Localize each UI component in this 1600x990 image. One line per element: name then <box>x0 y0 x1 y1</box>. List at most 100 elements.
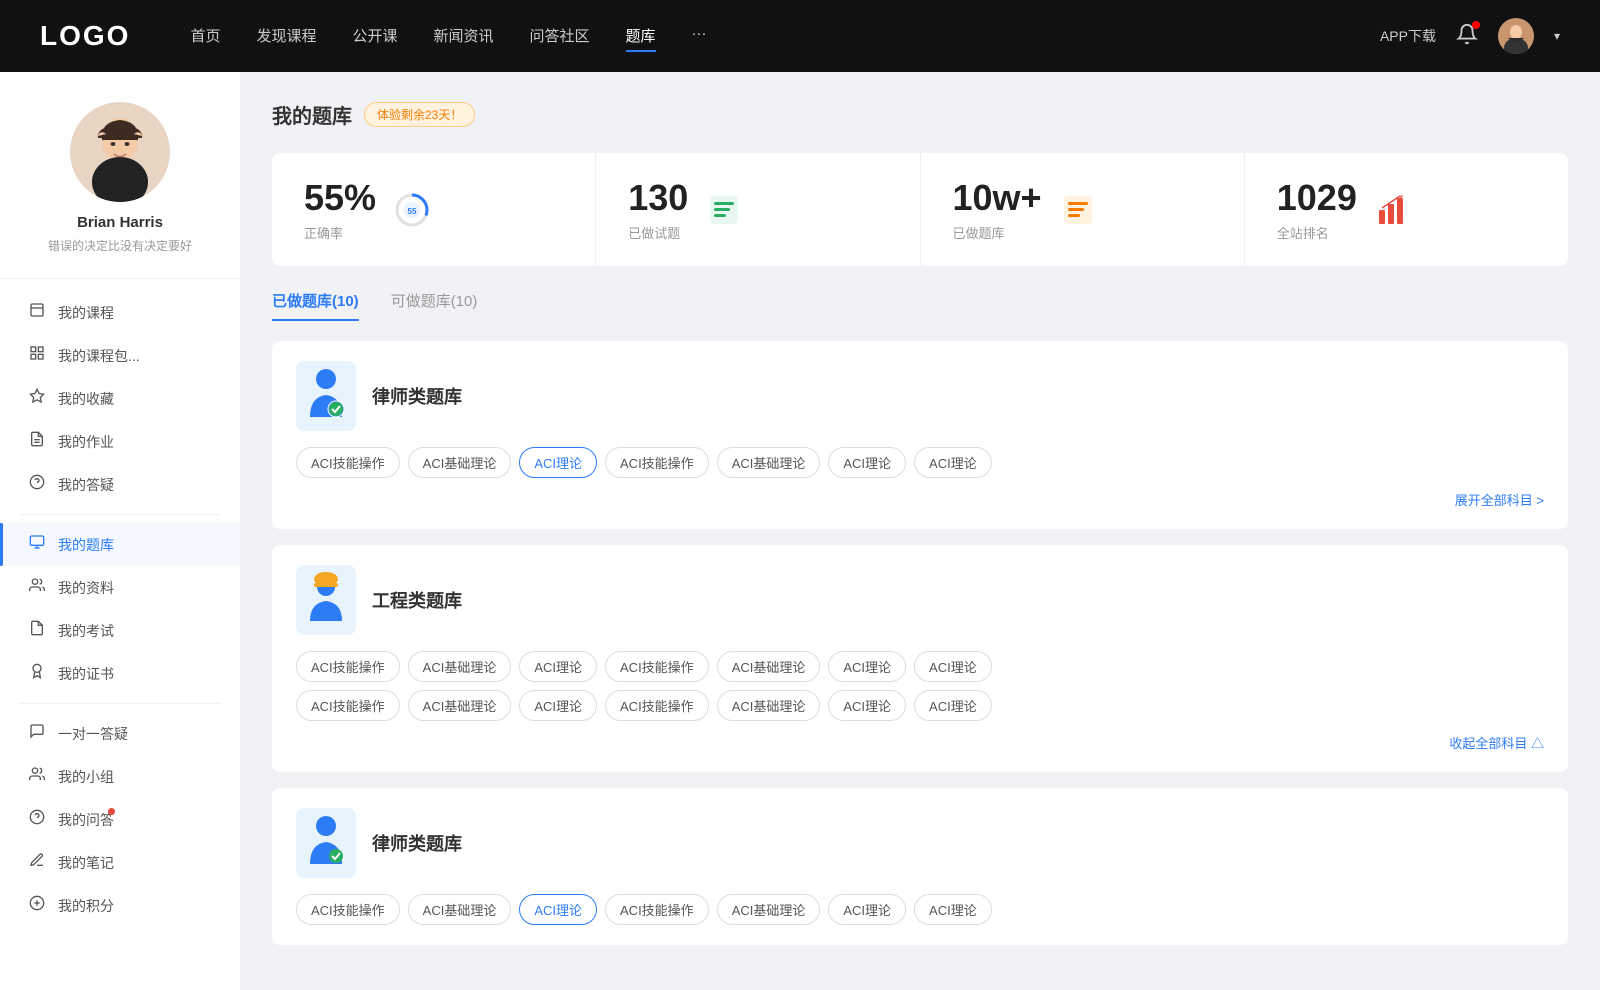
tag[interactable]: ACI理论 <box>519 651 597 682</box>
tag[interactable]: ACI基础理论 <box>408 447 512 478</box>
nav-home[interactable]: 首页 <box>190 21 220 52</box>
sidebar-item-favorites[interactable]: 我的收藏 <box>0 377 240 420</box>
sidebar-label: 我的作业 <box>58 432 114 452</box>
accuracy-icon: 55 <box>392 190 432 230</box>
question-dot <box>108 808 115 815</box>
sidebar-item-homework[interactable]: 我的作业 <box>0 420 240 463</box>
collapse-button-2[interactable]: 收起全部科目 △ <box>296 733 1544 752</box>
tag[interactable]: ACI技能操作 <box>605 894 709 925</box>
cert-icon <box>28 663 46 684</box>
tag[interactable]: ACI基础理论 <box>717 447 821 478</box>
nav-more[interactable]: ··· <box>692 21 707 52</box>
tab-available[interactable]: 可做题库(10) <box>391 290 478 321</box>
sidebar-item-courses[interactable]: 我的课程 <box>0 291 240 334</box>
trial-badge: 体验剩余23天！ <box>364 102 475 127</box>
sidebar-item-data[interactable]: 我的资料 <box>0 566 240 609</box>
favorites-icon <box>28 388 46 409</box>
sidebar-label: 我的课程包... <box>58 346 140 366</box>
tag[interactable]: ACI理论 <box>914 894 992 925</box>
avatar[interactable] <box>1498 18 1534 54</box>
sidebar-label: 我的问答 <box>58 810 114 830</box>
sidebar-item-questions[interactable]: 我的问答 <box>0 798 240 841</box>
packages-icon <box>28 345 46 366</box>
bank-icon <box>28 534 46 555</box>
tag[interactable]: ACI技能操作 <box>605 690 709 721</box>
bank-tags-2-extra: ACI技能操作 ACI基础理论 ACI理论 ACI技能操作 ACI基础理论 AC… <box>296 690 1544 721</box>
questions-icon <box>28 809 46 830</box>
nav-bank[interactable]: 题库 <box>626 21 656 52</box>
page-title: 我的题库 <box>272 100 352 129</box>
stats-row: 55% 正确率 55 130 已做试题 <box>272 153 1568 266</box>
data-icon <box>28 577 46 598</box>
sidebar-item-points[interactable]: 我的积分 <box>0 884 240 927</box>
sidebar-label: 我的答疑 <box>58 475 114 495</box>
bank-title-1: 律师类题库 <box>372 383 462 409</box>
tag[interactable]: ACI理论 <box>828 894 906 925</box>
tag[interactable]: ACI基础理论 <box>717 690 821 721</box>
tag[interactable]: ACI理论 <box>828 651 906 682</box>
expand-button-1[interactable]: 展开全部科目 > <box>296 490 1544 509</box>
sidebar-label: 我的小组 <box>58 767 114 787</box>
sidebar-label: 我的证书 <box>58 664 114 684</box>
bank-card-header: 律师类题库 <box>296 361 1544 431</box>
bank-tags-2: ACI技能操作 ACI基础理论 ACI理论 ACI技能操作 ACI基础理论 AC… <box>296 651 1544 682</box>
tag[interactable]: ACI基础理论 <box>717 894 821 925</box>
tag[interactable]: ACI理论 <box>519 690 597 721</box>
tag[interactable]: ACI基础理论 <box>408 690 512 721</box>
tag[interactable]: ACI理论 <box>914 447 992 478</box>
sidebar-label: 我的考试 <box>58 621 114 641</box>
tag-active[interactable]: ACI理论 <box>519 447 597 478</box>
sidebar-menu: 我的课程 我的课程包... 我的收藏 我的作业 <box>0 279 240 939</box>
done-banks-label: 已做题库 <box>953 223 1042 242</box>
done-questions-number: 130 <box>628 177 688 219</box>
user-name: Brian Harris <box>77 214 163 231</box>
stat-done-banks: 10w+ 已做题库 <box>921 153 1245 266</box>
page-header: 我的题库 体验剩余23天！ <box>272 100 1568 129</box>
notification-bell[interactable] <box>1456 23 1478 50</box>
sidebar-item-packages[interactable]: 我的课程包... <box>0 334 240 377</box>
bank-title-2: 工程类题库 <box>372 587 462 613</box>
myqa-icon <box>28 474 46 495</box>
nav-open-course[interactable]: 公开课 <box>352 21 397 52</box>
nav-menu: 首页 发现课程 公开课 新闻资讯 问答社区 题库 ··· <box>190 21 1380 52</box>
tag[interactable]: ACI技能操作 <box>605 651 709 682</box>
tag[interactable]: ACI技能操作 <box>296 651 400 682</box>
rank-number: 1029 <box>1277 177 1357 219</box>
tag[interactable]: ACI基础理论 <box>408 651 512 682</box>
bank-card-lawyer-1: 律师类题库 ACI技能操作 ACI基础理论 ACI理论 ACI技能操作 ACI基… <box>272 341 1568 529</box>
sidebar-label: 我的课程 <box>58 303 114 323</box>
tag[interactable]: ACI理论 <box>914 690 992 721</box>
notification-dot <box>1472 21 1480 29</box>
tag[interactable]: ACI理论 <box>828 447 906 478</box>
tag[interactable]: ACI技能操作 <box>296 447 400 478</box>
tab-done[interactable]: 已做题库(10) <box>272 290 359 321</box>
stat-rank: 1029 全站排名 <box>1245 153 1568 266</box>
tag[interactable]: ACI技能操作 <box>296 690 400 721</box>
courses-icon <box>28 302 46 323</box>
sidebar-item-group[interactable]: 我的小组 <box>0 755 240 798</box>
engineer-icon <box>296 565 356 635</box>
nav-qa[interactable]: 问答社区 <box>530 21 590 52</box>
tag[interactable]: ACI基础理论 <box>717 651 821 682</box>
sidebar-item-cert[interactable]: 我的证书 <box>0 652 240 695</box>
tag[interactable]: ACI理论 <box>828 690 906 721</box>
sidebar-item-bank[interactable]: 我的题库 <box>0 523 240 566</box>
user-dropdown-arrow[interactable]: ▾ <box>1554 29 1560 43</box>
nav-news[interactable]: 新闻资讯 <box>434 21 494 52</box>
nav-discover[interactable]: 发现课程 <box>256 21 316 52</box>
sidebar-item-notes[interactable]: 我的笔记 <box>0 841 240 884</box>
tag[interactable]: ACI技能操作 <box>605 447 709 478</box>
bank-card-header: 律师类题库 <box>296 808 1544 878</box>
tag[interactable]: ACI基础理论 <box>408 894 512 925</box>
sidebar-item-exam[interactable]: 我的考试 <box>0 609 240 652</box>
app-download[interactable]: APP下载 <box>1380 26 1436 46</box>
homework-icon <box>28 431 46 452</box>
tag[interactable]: ACI技能操作 <box>296 894 400 925</box>
navigation: LOGO 首页 发现课程 公开课 新闻资讯 问答社区 题库 ··· APP下载 … <box>0 0 1600 72</box>
sidebar-item-1on1[interactable]: 一对一答疑 <box>0 712 240 755</box>
exam-icon <box>28 620 46 641</box>
sidebar-item-myqa[interactable]: 我的答疑 <box>0 463 240 506</box>
tag-active[interactable]: ACI理论 <box>519 894 597 925</box>
user-motto: 错误的决定比没有决定要好 <box>48 237 192 254</box>
tag[interactable]: ACI理论 <box>914 651 992 682</box>
